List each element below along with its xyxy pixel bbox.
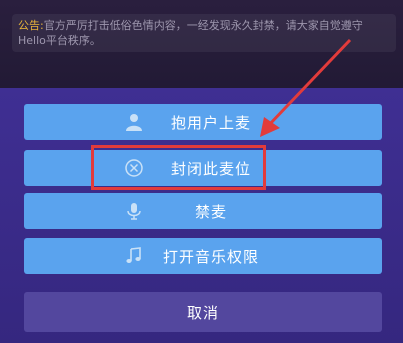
music-note-icon xyxy=(124,246,144,266)
hold-user-on-mic-label: 抱用户上麦 xyxy=(170,113,251,132)
mute-mic-label: 禁麦 xyxy=(194,202,227,221)
mute-mic-button[interactable]: 禁麦 xyxy=(24,193,382,229)
enable-music-permission-label: 打开音乐权限 xyxy=(162,247,259,266)
announcement-tag: 公告: xyxy=(18,19,44,32)
cancel-label: 取消 xyxy=(186,303,219,322)
enable-music-permission-button[interactable]: 打开音乐权限 xyxy=(24,238,382,274)
mic-icon xyxy=(124,201,144,221)
user-up-icon xyxy=(124,112,144,132)
announcement-text: 官方严厉打击低俗色情内容，一经发现永久封禁，请大家自觉遵守Hello平台秩序。 xyxy=(18,19,363,47)
hold-user-on-mic-button[interactable]: 抱用户上麦 xyxy=(24,104,382,140)
cancel-button[interactable]: 取消 xyxy=(24,292,382,332)
highlight-box xyxy=(91,145,266,190)
room-background: 公告:官方严厉打击低俗色情内容，一经发现永久封禁，请大家自觉遵守Hello平台秩… xyxy=(0,0,403,88)
announcement-bar: 公告:官方严厉打击低俗色情内容，一经发现永久封禁，请大家自觉遵守Hello平台秩… xyxy=(12,14,396,52)
